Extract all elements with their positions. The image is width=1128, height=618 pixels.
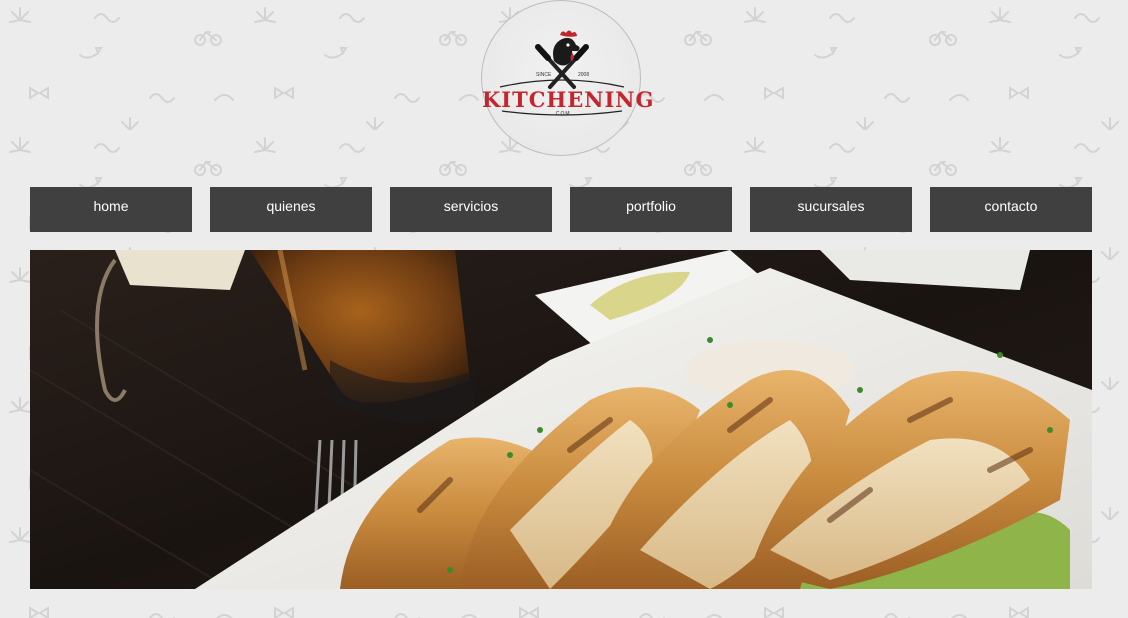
logo-since-label: SINCE [536, 72, 552, 78]
nav-item-quienes[interactable]: quienes [210, 187, 372, 232]
logo-domain-text: .COM [553, 111, 571, 117]
nav-item-contacto[interactable]: contacto [930, 187, 1092, 232]
nav-item-sucursales[interactable]: sucursales [750, 187, 912, 232]
page: SINCE 2008 KITCHENING .COM home quienes … [0, 0, 1128, 618]
logo-year-label: 2008 [578, 72, 590, 78]
logo-brand-text: KITCHENING [482, 87, 655, 112]
hero-image [30, 250, 1092, 589]
nav-item-servicios[interactable]: servicios [390, 187, 552, 232]
rooster-knives-icon [499, 30, 625, 116]
main-nav: home quienes servicios portfolio sucursa… [30, 187, 1092, 232]
nav-item-portfolio[interactable]: portfolio [570, 187, 732, 232]
site-logo[interactable]: SINCE 2008 KITCHENING .COM [481, 0, 655, 156]
nav-item-home[interactable]: home [30, 187, 192, 232]
food-photo [30, 250, 1092, 589]
